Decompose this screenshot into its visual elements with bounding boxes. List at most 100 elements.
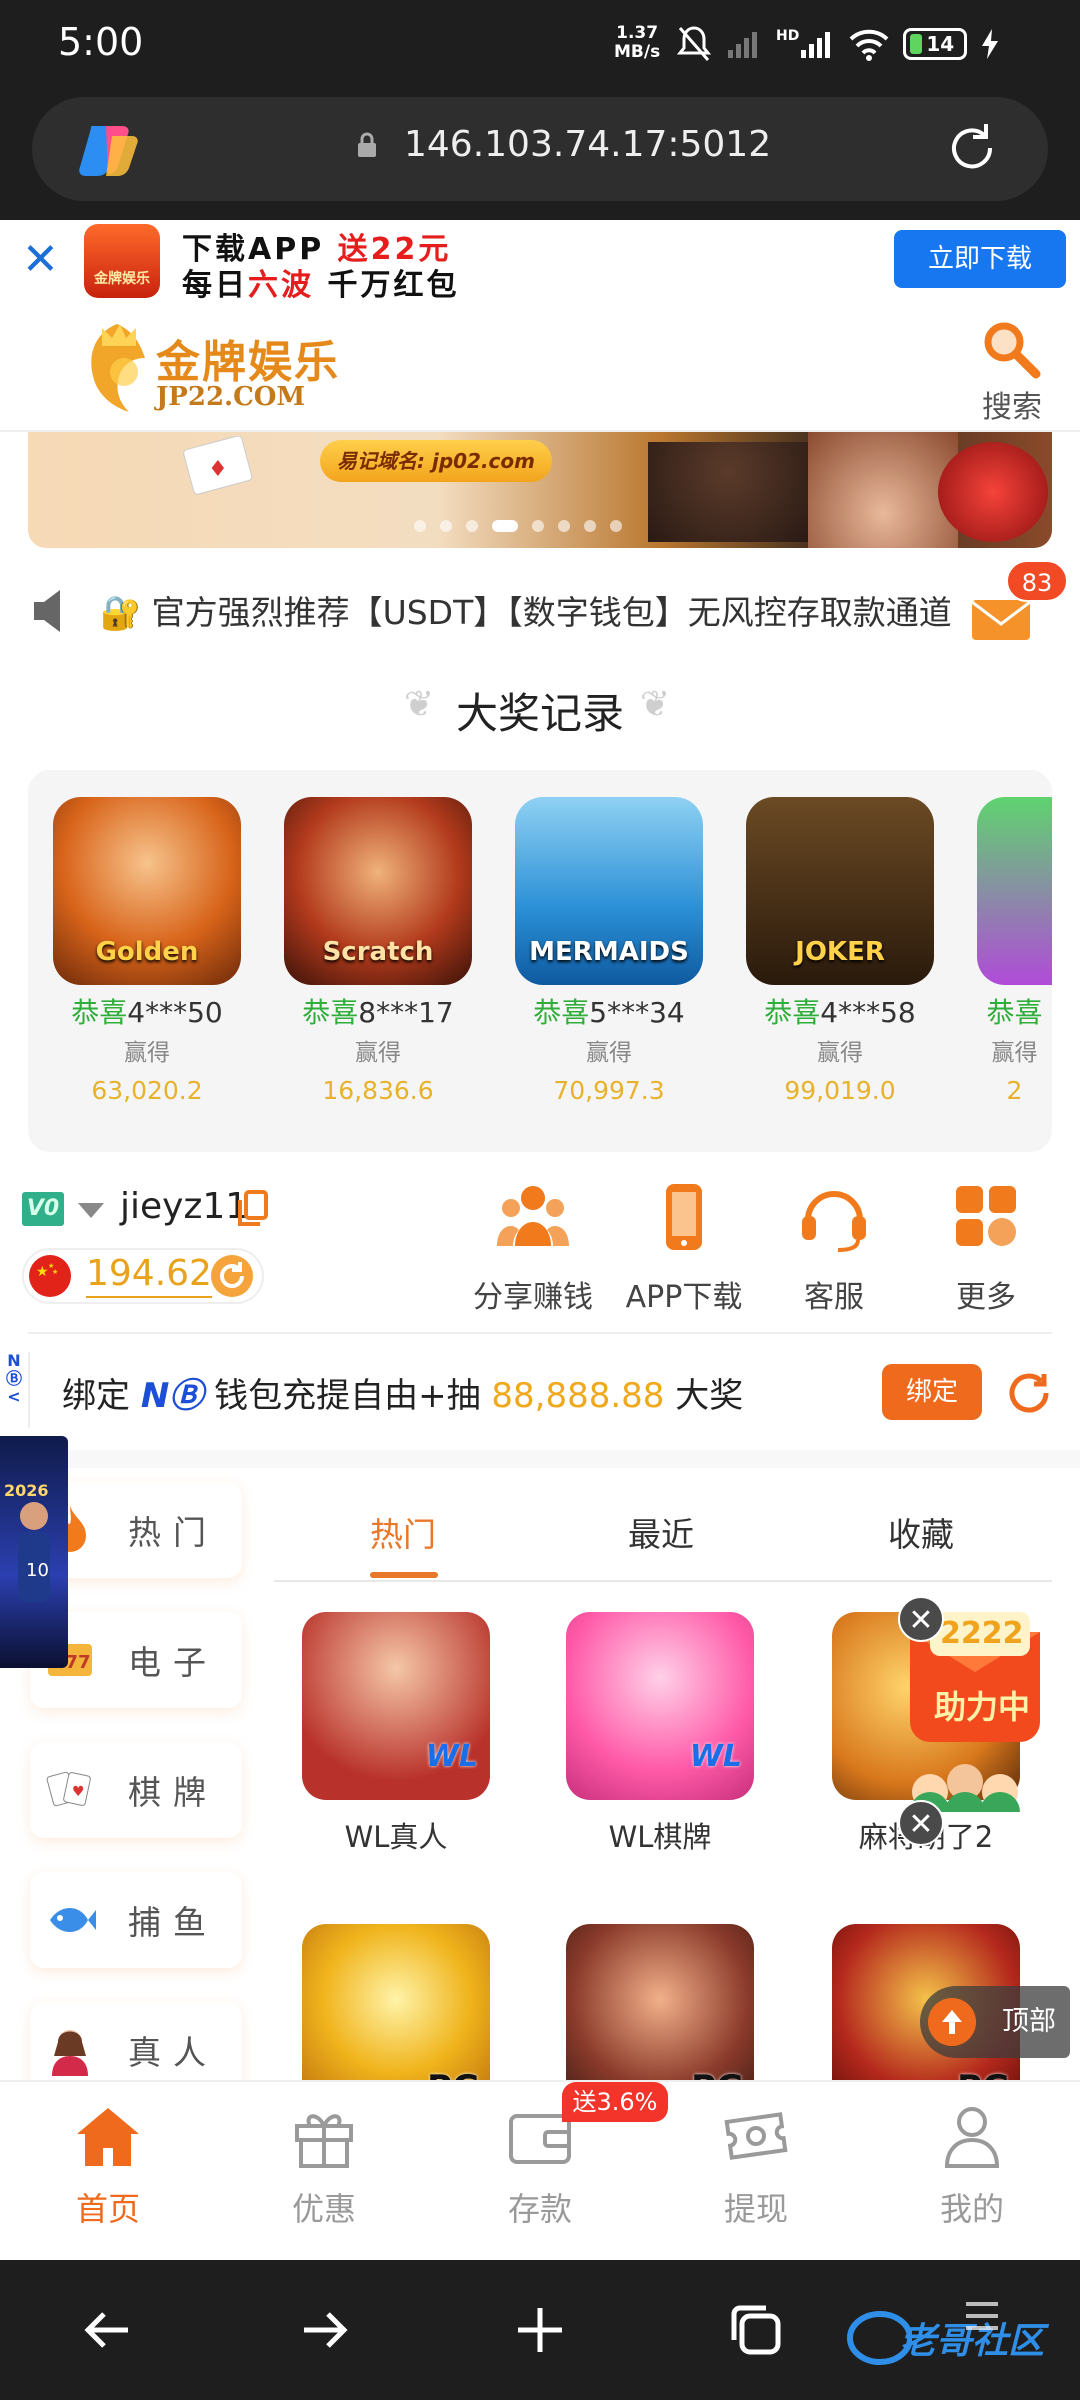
nav-1[interactable]: 优惠: [254, 2104, 394, 2230]
category-2[interactable]: ♥ 棋牌: [30, 1742, 242, 1838]
winner-name: 恭喜4***58: [764, 996, 916, 1029]
game-thumbnail[interactable]: WL: [566, 1612, 754, 1800]
game-thumbnail-text: 發: [977, 930, 1052, 967]
nav-3[interactable]: 提现: [686, 2104, 826, 2230]
tabs-icon[interactable]: [726, 2300, 786, 2360]
category-3[interactable]: 捕鱼: [30, 1872, 242, 1968]
quick-action-3[interactable]: 更多: [916, 1182, 1056, 1316]
hero-dealer-art: [808, 432, 958, 548]
forward-icon[interactable]: [294, 2300, 354, 2360]
brand-logo-icon[interactable]: [72, 318, 162, 418]
carousel-dot[interactable]: [532, 520, 544, 532]
divider: [28, 1332, 1052, 1334]
tab-divider: [274, 1580, 1052, 1582]
arrow-up-icon: [928, 1998, 976, 2046]
status-icons: HD 14: [676, 20, 999, 68]
quick-action-2[interactable]: 客服: [764, 1182, 904, 1316]
game-tile-1[interactable]: WL WL棋牌: [566, 1612, 754, 1856]
game-tab-2[interactable]: 收藏: [888, 1508, 954, 1556]
winner-name: 恭喜: [986, 996, 1043, 1029]
carousel-dot[interactable]: [610, 520, 622, 532]
win-amount: 2: [1006, 1076, 1023, 1105]
copilot-icon[interactable]: [78, 120, 140, 178]
game-thumbnail[interactable]: Scratch: [284, 797, 472, 985]
won-label: 赢得: [991, 1040, 1038, 1066]
refresh-icon[interactable]: [1006, 1370, 1052, 1416]
category-label: 电子: [128, 1643, 218, 1682]
new-tab-icon[interactable]: [510, 2300, 570, 2360]
refresh-balance-icon[interactable]: [210, 1254, 254, 1298]
quick-action-1[interactable]: APP下载: [614, 1182, 754, 1316]
wallet-icon: [505, 2114, 575, 2172]
bell-off-icon: [676, 26, 712, 61]
tab-underline: [370, 1572, 438, 1578]
carousel-dot[interactable]: [466, 520, 478, 532]
side-promo-banner[interactable]: 10 2026: [0, 1436, 68, 1668]
won-label: 赢得: [124, 1040, 170, 1066]
bind-button[interactable]: 绑定: [882, 1364, 982, 1420]
app-logo-name: 金牌娱乐: [94, 271, 150, 287]
search-label[interactable]: 搜索: [982, 382, 1042, 426]
jackpot-card[interactable]: Scratch 恭喜8***17 赢得 16,836.6: [284, 797, 472, 1109]
category-label: 捕鱼: [128, 1903, 218, 1942]
caret-down-icon[interactable]: [76, 1200, 106, 1220]
game-thumbnail[interactable]: Golden: [53, 797, 241, 985]
network-type: HD: [776, 28, 800, 44]
help-number: 2222: [940, 1616, 1024, 1651]
game-thumbnail[interactable]: JOKER: [746, 797, 934, 985]
download-now-button[interactable]: 立即下载: [894, 230, 1066, 288]
copy-icon[interactable]: [236, 1190, 270, 1228]
quick-action-label: 更多: [956, 1280, 1016, 1315]
menu-icon[interactable]: [962, 2296, 1002, 2336]
close-help-icon[interactable]: ✕: [898, 1596, 944, 1642]
nav-label: 首页: [75, 2190, 140, 2228]
svg-text:★: ★: [52, 1268, 58, 1276]
jackpot-card[interactable]: Golden 恭喜4***50 赢得 63,020.2: [53, 797, 241, 1109]
mail-count-badge: 83: [1006, 560, 1068, 602]
svg-text:10: 10: [26, 1560, 49, 1581]
gift-icon: [289, 2114, 359, 2172]
game-thumbnail[interactable]: MERMAIDS: [515, 797, 703, 985]
search-icon[interactable]: [980, 318, 1042, 380]
nb-side-tab[interactable]: N Ⓑ <: [0, 1352, 30, 1428]
game-tab-0[interactable]: 热门: [370, 1508, 436, 1556]
username: jieyz11: [120, 1186, 249, 1227]
game-thumbnail-text: Golden: [95, 937, 199, 967]
grid-icon: [948, 1186, 1024, 1256]
jackpot-card[interactable]: MERMAIDS 恭喜5***34 赢得 70,997.3: [515, 797, 703, 1109]
notice-marquee[interactable]: 🔐 官方强烈推荐【USDT】【数字钱包】无风控存取款通道: [100, 588, 970, 638]
status-time: 5:00: [58, 20, 144, 64]
winner-name: 恭喜8***17: [302, 996, 454, 1029]
carousel-dot[interactable]: [440, 520, 452, 532]
game-tab-1[interactable]: 最近: [628, 1508, 694, 1556]
won-label: 赢得: [817, 1040, 863, 1066]
carousel-dot[interactable]: [584, 520, 596, 532]
close-icon[interactable]: ✕: [22, 238, 59, 282]
nav-2[interactable]: 存款: [470, 2104, 610, 2230]
lock-icon: [358, 132, 376, 157]
nav-4[interactable]: 我的: [902, 2104, 1042, 2230]
carousel-dot[interactable]: [414, 520, 426, 532]
game-thumbnail[interactable]: WL: [302, 1612, 490, 1800]
battery-level: 14: [926, 32, 955, 56]
jackpot-card[interactable]: 發恭喜赢得 2: [977, 797, 1052, 1109]
game-thumbnail[interactable]: 發: [977, 797, 1052, 985]
carousel-dot[interactable]: [492, 520, 518, 532]
game-provider-badge: WL: [425, 1739, 478, 1774]
reload-icon[interactable]: [944, 120, 1000, 176]
close-promo-icon[interactable]: ✕: [898, 1800, 944, 1846]
url-text[interactable]: 146.103.74.17:5012: [404, 124, 771, 165]
nav-label: 优惠: [291, 2190, 356, 2228]
back-icon[interactable]: [78, 2300, 138, 2360]
game-tile-0[interactable]: WL WL真人: [302, 1612, 490, 1856]
ticket-icon: [721, 2112, 791, 2172]
hero-dice-art: [938, 442, 1048, 542]
category-label: 真人: [128, 2033, 218, 2072]
nav-label: 提现: [723, 2190, 788, 2228]
carousel-dot[interactable]: [558, 520, 570, 532]
quick-action-0[interactable]: 分享赚钱: [463, 1182, 603, 1316]
nav-0[interactable]: 首页: [38, 2104, 178, 2230]
svg-text:♦: ♦: [208, 457, 228, 482]
jackpot-card[interactable]: JOKER 恭喜4***58 赢得 99,019.0: [746, 797, 934, 1109]
quick-action-label: 客服: [804, 1280, 864, 1315]
